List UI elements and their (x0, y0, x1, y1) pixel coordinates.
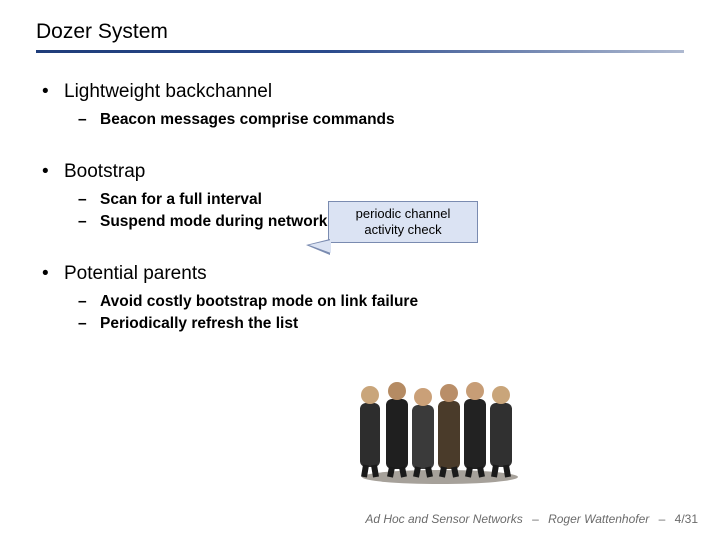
title-underline (36, 50, 684, 53)
footer-page: 4/31 (675, 512, 698, 526)
footer-course: Ad Hoc and Sensor Networks (365, 512, 522, 526)
footer-author: Roger Wattenhofer (548, 512, 649, 526)
slide-title: Dozer System (36, 20, 684, 44)
subbullet-1-1-label: Beacon messages comprise commands (100, 111, 395, 129)
dash-icon: – (78, 213, 100, 231)
people-image (340, 365, 540, 485)
bullet-3-label: Potential parents (64, 263, 207, 285)
bullet-2: • Bootstrap (42, 161, 684, 183)
slide: Dozer System • Lightweight backchannel –… (0, 0, 720, 540)
bullet-dot-icon: • (42, 161, 64, 183)
subbullet-3-1: – Avoid costly bootstrap mode on link fa… (78, 293, 684, 311)
subbullet-1-1: – Beacon messages comprise commands (78, 111, 684, 129)
callout-box: periodic channel activity check (328, 201, 478, 243)
footer-sep: – (532, 512, 539, 526)
dash-icon: – (78, 315, 100, 333)
subbullet-3-1-label: Avoid costly bootstrap mode on link fail… (100, 293, 418, 311)
subbullet-3-2: – Periodically refresh the list (78, 315, 684, 333)
dash-icon: – (78, 293, 100, 311)
bullet-1: • Lightweight backchannel (42, 81, 684, 103)
subbullet-2-1-label: Scan for a full interval (100, 191, 262, 209)
footer: Ad Hoc and Sensor Networks – Roger Watte… (365, 512, 698, 526)
bullet-dot-icon: • (42, 81, 64, 103)
callout: periodic channel activity check (328, 201, 478, 243)
dash-icon: – (78, 111, 100, 129)
bullet-2-label: Bootstrap (64, 161, 145, 183)
bullet-3: • Potential parents (42, 263, 684, 285)
footer-sep: – (659, 512, 666, 526)
callout-line2: activity check (335, 222, 471, 238)
bullet-dot-icon: • (42, 263, 64, 285)
bullet-1-label: Lightweight backchannel (64, 81, 272, 103)
subbullet-3-2-label: Periodically refresh the list (100, 315, 298, 333)
dash-icon: – (78, 191, 100, 209)
callout-line1: periodic channel (335, 206, 471, 222)
